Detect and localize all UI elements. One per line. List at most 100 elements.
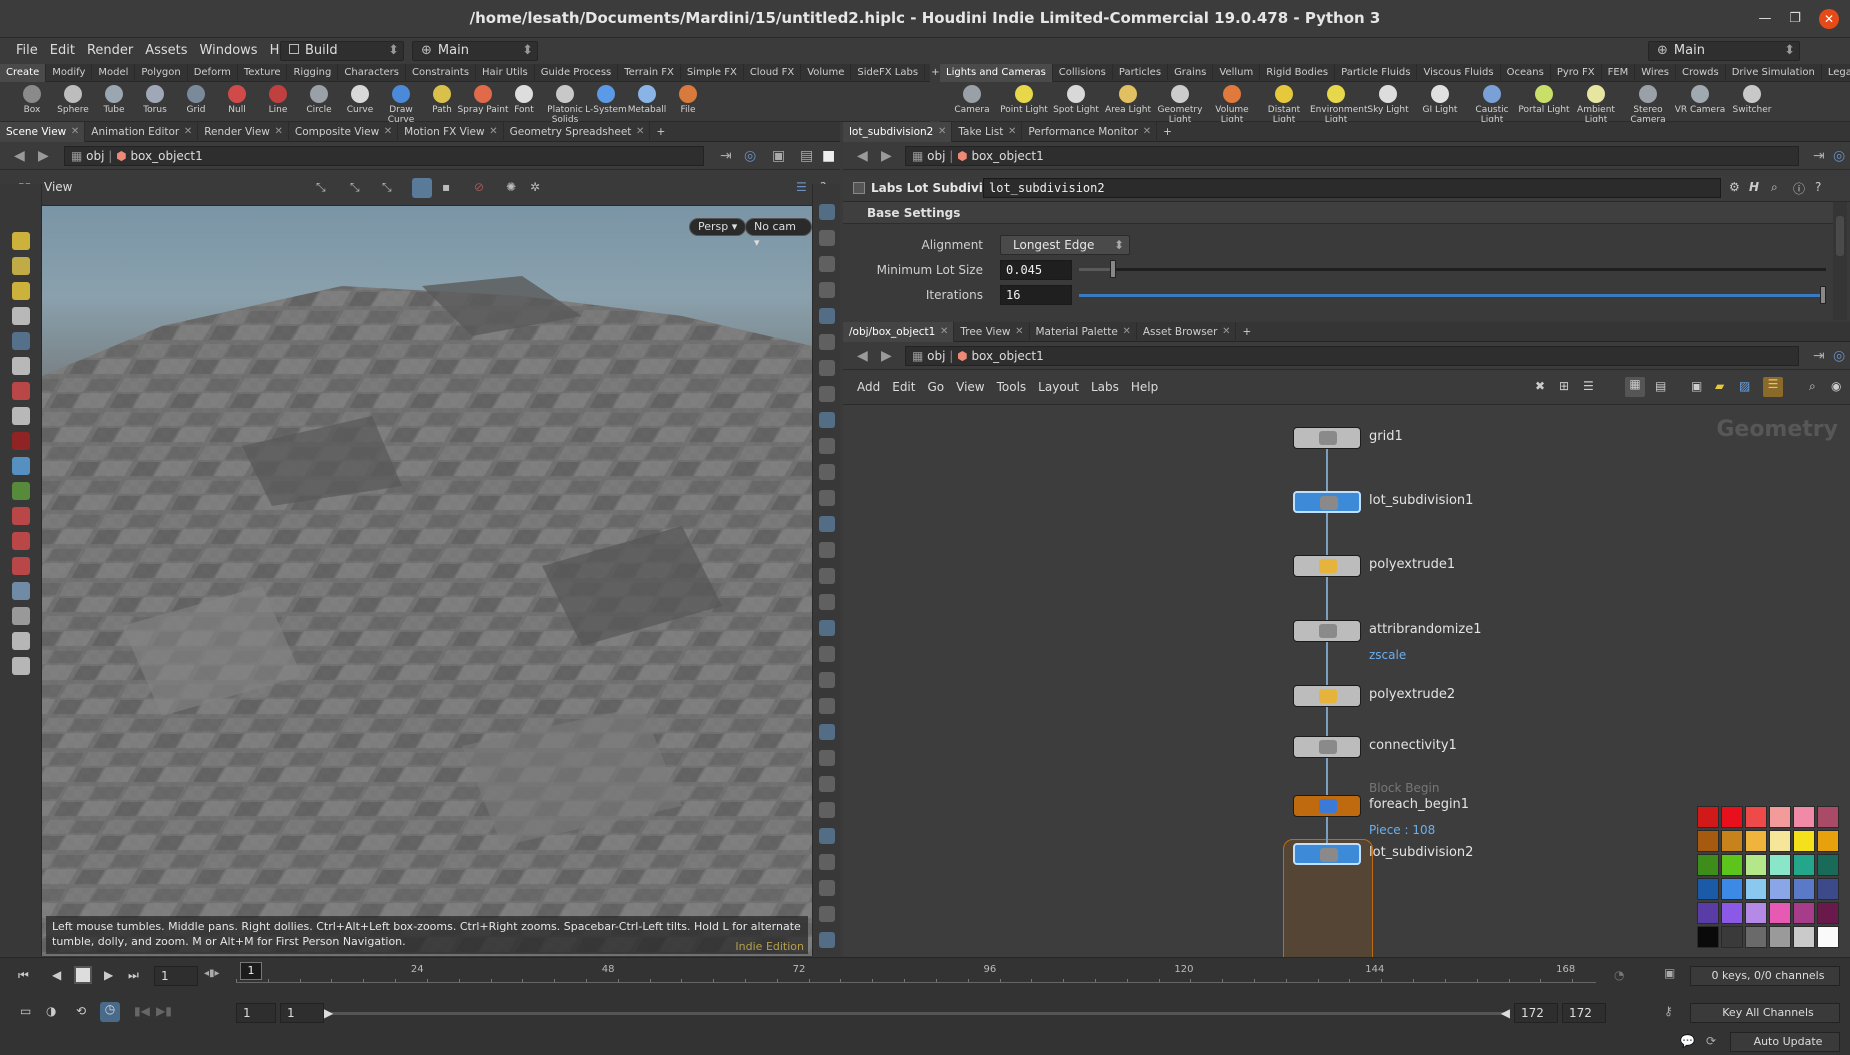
color-swatch[interactable] <box>1697 806 1719 828</box>
quick-marks-icon[interactable]: ☰ <box>1763 377 1783 397</box>
search-icon[interactable]: ⌕ <box>1771 180 1778 195</box>
playback-start-field[interactable]: 1 <box>280 1003 324 1023</box>
pen-icon[interactable] <box>819 542 835 558</box>
color-swatch[interactable] <box>1817 854 1839 876</box>
list-icon[interactable]: ☰ <box>1583 379 1594 393</box>
shelf-tab-oceans[interactable]: Oceans <box>1501 63 1551 82</box>
color-swatch[interactable] <box>1721 902 1743 924</box>
tool-gi-light[interactable]: GI Light <box>1414 82 1466 115</box>
shelf-tab-guide-process[interactable]: Guide Process <box>535 63 619 82</box>
menu-render[interactable]: Render <box>81 38 139 64</box>
shelf-tab-model[interactable]: Model <box>92 63 136 82</box>
range-start-field[interactable]: 1 <box>236 1003 276 1023</box>
forward-arrow-icon[interactable]: ▶ <box>881 348 892 364</box>
color-swatch[interactable] <box>1769 878 1791 900</box>
pin-icon[interactable]: ⇥ <box>720 148 732 164</box>
points-icon[interactable] <box>819 360 835 376</box>
shelf-tab-legacy-pyro-fx[interactable]: Legacy Pyro FX <box>1822 64 1850 82</box>
camera-menu[interactable]: No cam ▾ <box>745 218 812 249</box>
help-icon[interactable]: ? <box>1815 180 1821 194</box>
shelf-tab-simple-fx[interactable]: Simple FX <box>681 63 744 82</box>
pane-tab-performance-monitor[interactable]: Performance Monitor ✕ <box>1022 121 1158 142</box>
color-swatch[interactable] <box>1697 878 1719 900</box>
global-settings-icon[interactable]: ◷ <box>100 1002 120 1022</box>
info-icon[interactable]: ⓘ <box>1793 180 1805 197</box>
node-polyextrude1[interactable] <box>1293 555 1361 577</box>
timeline-ruler[interactable]: 1 24 48 72 96 120 144 168 <box>236 962 1596 990</box>
houdini-help-icon[interactable]: H <box>1749 180 1759 194</box>
color-swatch[interactable] <box>1793 830 1815 852</box>
tool-environment-light[interactable]: Environment Light <box>1310 82 1367 125</box>
sphere-icon[interactable] <box>819 828 835 844</box>
shelf-tab-particle-fluids[interactable]: Particle Fluids <box>1335 63 1418 82</box>
tool-area-light[interactable]: Area Light <box>1102 82 1154 115</box>
color-swatch[interactable] <box>1721 854 1743 876</box>
right-main-select[interactable]: ⊕ Main ⬍ <box>1648 41 1800 61</box>
color-swatch[interactable] <box>1769 854 1791 876</box>
view-tool-icon[interactable] <box>12 257 30 275</box>
tool-point-light[interactable]: Point Light <box>998 82 1050 115</box>
flipbook-icon[interactable] <box>12 657 30 675</box>
param-path-field[interactable]: ▦ obj | ⬢ box_object1 <box>905 146 1799 166</box>
color-swatch[interactable] <box>1721 830 1743 852</box>
search-icon[interactable]: ⌕ <box>1809 379 1816 394</box>
color-swatch[interactable] <box>1745 878 1767 900</box>
color-swatch[interactable] <box>1793 854 1815 876</box>
close-tab-icon[interactable]: ✕ <box>1222 322 1230 342</box>
current-frame-field[interactable]: 1 <box>154 966 198 986</box>
diamond-icon[interactable] <box>819 724 835 740</box>
move-icon[interactable] <box>12 357 30 375</box>
net-menu-labs[interactable]: Labs <box>1085 378 1125 396</box>
frame-step-icon[interactable]: ◂▮▸ <box>204 968 220 979</box>
pane-tab-scene-view[interactable]: Scene View ✕ <box>0 121 86 142</box>
screen-icon[interactable] <box>819 854 835 870</box>
color-swatch[interactable] <box>1697 902 1719 924</box>
shelf-tab-crowds[interactable]: Crowds <box>1676 63 1726 82</box>
shelf-tab-viscous-fluids[interactable]: Viscous Fluids <box>1417 63 1501 82</box>
color-swatch[interactable] <box>1793 926 1815 948</box>
color-swatch[interactable] <box>1697 830 1719 852</box>
color-swatch[interactable] <box>1769 806 1791 828</box>
step-back-icon[interactable]: ◀ <box>52 968 61 982</box>
pin-point-icon[interactable] <box>819 880 835 896</box>
display-options-icon[interactable]: ☰ <box>796 180 807 194</box>
jump-start-icon[interactable]: ⏮ <box>18 968 29 983</box>
iterations-slider-handle[interactable] <box>1820 286 1826 304</box>
select-box-icon[interactable]: ⤡ <box>350 180 360 195</box>
maximize-pane-icon[interactable]: ■ <box>822 148 835 164</box>
shelf-tab-fem[interactable]: FEM <box>1602 63 1636 82</box>
net-menu-add[interactable]: Add <box>851 378 886 396</box>
realtime-icon[interactable]: ▭ <box>20 1004 31 1018</box>
refresh-icon[interactable]: ⟳ <box>1706 1034 1716 1048</box>
shading-icon[interactable] <box>819 308 835 324</box>
scene-path-field[interactable]: ▦ obj | ⬢ box_object1 <box>64 146 704 166</box>
menu-file[interactable]: File <box>10 38 44 64</box>
render-view-icon[interactable] <box>819 438 835 454</box>
node-connectivity1[interactable] <box>1293 736 1361 758</box>
pane-tab-tree-view[interactable]: Tree View ✕ <box>954 321 1030 342</box>
tool-distant-light[interactable]: Distant Light <box>1258 82 1310 125</box>
keys-channels-info[interactable]: 0 keys, 0/0 channels <box>1690 966 1840 986</box>
chat-icon[interactable]: 💬 <box>1680 1034 1695 1048</box>
auto-update-select[interactable]: Auto Update <box>1730 1032 1840 1052</box>
close-tab-icon[interactable]: ✕ <box>184 122 192 142</box>
color-swatch[interactable] <box>1721 926 1743 948</box>
shelf-tab-particles[interactable]: Particles <box>1113 63 1169 82</box>
number-icon[interactable] <box>819 568 835 584</box>
color-swatch[interactable] <box>1817 806 1839 828</box>
link-icon[interactable]: ◎ <box>744 148 756 164</box>
color-swatch[interactable] <box>1721 806 1743 828</box>
maximize-icon[interactable]: ❐ <box>1785 9 1805 29</box>
shelf-tab-vellum[interactable]: Vellum <box>1213 63 1261 82</box>
net-menu-tools[interactable]: Tools <box>991 378 1033 396</box>
range-start-icon[interactable]: ▮◀ <box>134 1004 150 1018</box>
vertex-icon[interactable] <box>819 490 835 506</box>
base-settings-folder[interactable]: Base Settings <box>843 202 1833 224</box>
tool-camera[interactable]: Camera <box>946 82 998 115</box>
snap-grid-icon[interactable] <box>12 532 30 550</box>
shelf-tab-texture[interactable]: Texture <box>238 63 288 82</box>
tree-icon[interactable]: ⊞ <box>1559 379 1569 393</box>
shelf-tab-grains[interactable]: Grains <box>1168 63 1214 82</box>
rotate-icon[interactable] <box>12 382 30 400</box>
hand-icon[interactable] <box>819 594 835 610</box>
